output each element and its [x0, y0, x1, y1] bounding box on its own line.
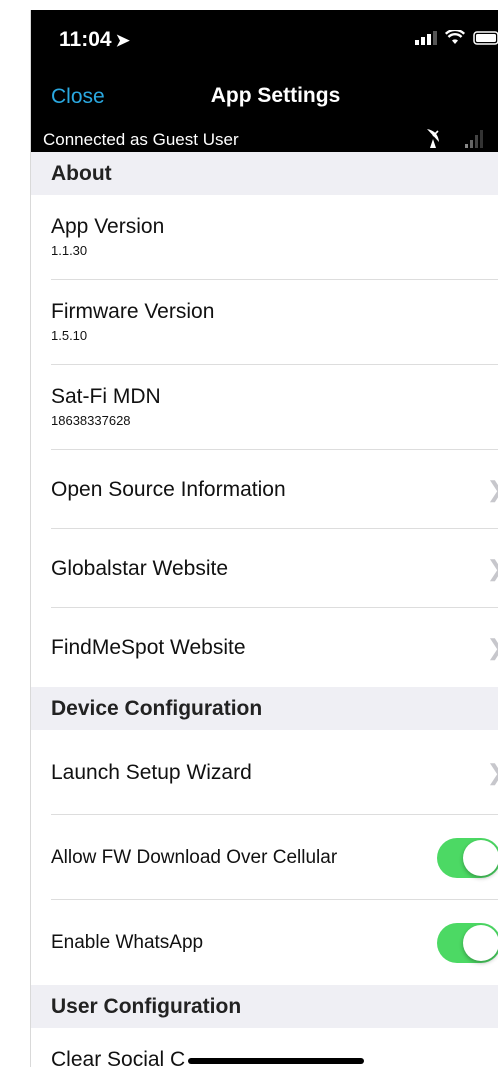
- allow-fw-download-row: Allow FW Download Over Cellular: [31, 815, 498, 900]
- enable-whatsapp-row: Enable WhatsApp: [31, 900, 498, 985]
- enable-whatsapp-toggle[interactable]: [437, 922, 498, 963]
- chevron-right-icon: ❯: [487, 477, 498, 503]
- app-version-row: App Version 1.1.30: [31, 195, 498, 280]
- cellular-signal-icon: [415, 30, 437, 45]
- section-header-about: About: [31, 152, 498, 195]
- settings-list: About App Version 1.1.30 Firmware Versio…: [31, 152, 498, 1067]
- app-version-label: App Version: [51, 215, 165, 238]
- chevron-right-icon: ❯: [487, 556, 498, 582]
- app-version-value: 1.1.30: [51, 243, 88, 258]
- firmware-version-value: 1.5.10: [51, 328, 88, 343]
- sat-fi-mdn-row: Sat-Fi MDN 18638337628: [31, 365, 498, 450]
- chevron-right-icon: ❯: [487, 635, 498, 661]
- open-source-info-label: Open Source Information: [51, 477, 286, 501]
- wifi-icon: [445, 30, 465, 44]
- findmespot-website-row[interactable]: FindMeSpot Website ❯: [31, 608, 498, 687]
- section-header-device-configuration: Device Configuration: [31, 687, 498, 730]
- launch-setup-wizard-label: Launch Setup Wizard: [51, 760, 252, 784]
- page-title: App Settings: [210, 84, 341, 107]
- app-screen: 11:04 ➤ Close App Settings Connected as G…: [30, 10, 498, 1067]
- sat-fi-mdn-label: Sat-Fi MDN: [51, 385, 161, 408]
- chevron-right-icon: ❯: [487, 760, 498, 786]
- allow-fw-download-label: Allow FW Download Over Cellular: [51, 846, 338, 868]
- open-source-info-row[interactable]: Open Source Information ❯: [31, 450, 498, 529]
- firmware-version-row: Firmware Version 1.5.10: [31, 280, 498, 365]
- status-time-text: 11:04: [59, 28, 112, 51]
- firmware-version-label: Firmware Version: [51, 300, 215, 323]
- findmespot-website-label: FindMeSpot Website: [51, 635, 246, 659]
- status-icons: [415, 30, 498, 45]
- enable-whatsapp-label: Enable WhatsApp: [51, 931, 204, 953]
- signal-bars-icon: [465, 130, 483, 148]
- satellite-dish-icon: [427, 129, 439, 148]
- globalstar-website-label: Globalstar Website: [51, 556, 229, 580]
- battery-icon: [473, 30, 498, 45]
- top-bar: 11:04 ➤ Close App Settings Connected as G…: [31, 10, 498, 152]
- status-time: 11:04 ➤: [59, 28, 130, 52]
- home-indicator[interactable]: [188, 1058, 364, 1064]
- section-header-user-configuration: User Configuration: [31, 985, 498, 1028]
- toggle-knob: [463, 839, 498, 876]
- sat-fi-mdn-value: 18638337628: [51, 413, 131, 428]
- globalstar-website-row[interactable]: Globalstar Website ❯: [31, 529, 498, 608]
- location-arrow-icon: ➤: [115, 31, 130, 50]
- connection-status: Connected as Guest User: [43, 130, 239, 149]
- clear-social-label: Clear Social C: [51, 1048, 186, 1067]
- toggle-knob: [463, 924, 498, 961]
- launch-setup-wizard-row[interactable]: Launch Setup Wizard ❯: [31, 730, 498, 815]
- allow-fw-download-toggle[interactable]: [437, 837, 498, 878]
